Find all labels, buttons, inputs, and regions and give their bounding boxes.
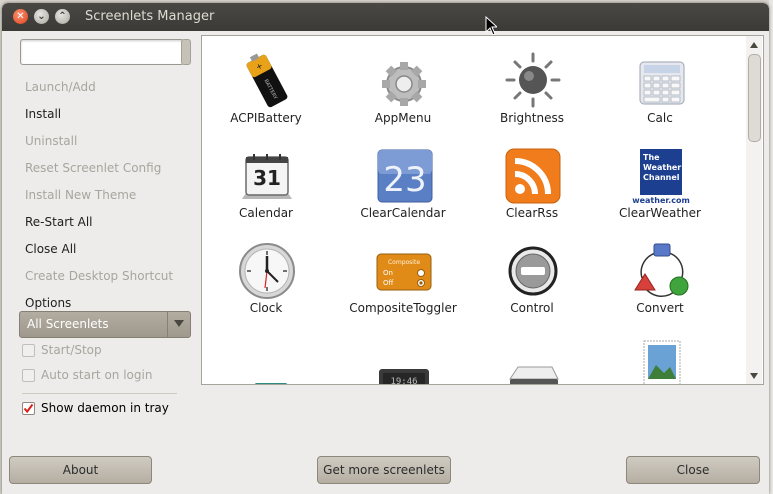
screenlet-label: Brightness	[500, 111, 564, 125]
composite-toggler-icon: Composite On Off	[376, 253, 432, 291]
digital-clock-icon: 19:46	[379, 369, 429, 385]
composite-title: Composite	[388, 259, 420, 266]
show-daemon-checkbox[interactable]	[22, 402, 35, 415]
vertical-scrollbar[interactable]	[746, 36, 762, 384]
calendar-day-text: 31	[253, 166, 281, 190]
screenlet-label: CompositeToggler	[349, 301, 457, 315]
filter-selected-label: All Screenlets	[27, 317, 109, 331]
screenlet-clearcalendar[interactable]: 23 ClearCalendar	[339, 141, 467, 231]
scroll-up-icon[interactable]	[750, 42, 758, 48]
screenlet-label: ACPIBattery	[230, 111, 302, 125]
start-stop-checkbox[interactable]	[22, 344, 35, 357]
screenlet-convert[interactable]: Convert	[596, 236, 724, 326]
screenlet-label: Calendar	[239, 206, 293, 220]
weather-channel-icon: The Weather Channel weather.com	[632, 149, 690, 205]
screenlet-partial-1[interactable]	[202, 331, 330, 384]
screenlet-calc[interactable]: Calc	[596, 46, 724, 136]
clock-icon	[239, 243, 295, 299]
search-input[interactable]	[20, 39, 184, 65]
menu-item-reset-screenlet-config: Reset Screenlet Config	[25, 161, 162, 175]
partial-teal-icon	[254, 383, 288, 384]
drive-icon	[509, 366, 559, 384]
search-grip[interactable]	[181, 39, 191, 65]
screenlets-filter-select[interactable]: All Screenlets	[19, 311, 191, 338]
start-stop-label: Start/Stop	[41, 343, 102, 357]
screenlet-clearrss[interactable]: ClearRss	[468, 141, 596, 231]
screenlet-clearweather[interactable]: The Weather Channel weather.com ClearWea…	[596, 141, 724, 231]
menu-item-close-all[interactable]: Close All	[25, 242, 76, 256]
scrollbar-thumb[interactable]	[748, 54, 761, 142]
convert-icon	[634, 243, 689, 297]
menu-item-re-start-all[interactable]: Re-Start All	[25, 215, 93, 229]
composite-off: Off	[383, 279, 394, 287]
get-more-screenlets-button[interactable]: Get more screenlets	[317, 456, 451, 484]
chevron-down-icon	[174, 320, 184, 327]
menu-item-install-new-theme: Install New Theme	[25, 188, 137, 202]
clear-calendar-day-text: 23	[383, 160, 426, 200]
weather-brand-url: weather.com	[632, 196, 690, 205]
window-maximize-icon[interactable]: ⌃	[55, 9, 70, 24]
window-minimize-icon[interactable]: ⌄	[34, 9, 49, 24]
weather-brand-line-2: Weather	[643, 163, 681, 172]
calendar-icon: 31	[242, 154, 292, 199]
calculator-icon	[639, 61, 685, 105]
screenlet-label: Convert	[636, 301, 684, 315]
rss-icon	[505, 148, 561, 204]
menu-item-uninstall: Uninstall	[25, 134, 78, 148]
screenlet-appmenu[interactable]: AppMenu	[339, 46, 467, 136]
clear-calendar-icon: 23	[377, 149, 433, 203]
autostart-checkbox[interactable]	[22, 369, 35, 382]
menu-item-options[interactable]: Options	[25, 296, 71, 310]
screenlets-manager-window: ✕ ⌄ ⌃ Screenlets Manager Launch/Add Insta…	[2, 3, 769, 494]
screenlet-partial-3[interactable]	[468, 331, 596, 384]
screenlet-brightness[interactable]: Brightness	[468, 46, 596, 136]
screenlet-label: ClearCalendar	[360, 206, 446, 220]
divider	[22, 393, 177, 394]
autostart-label: Auto start on login	[41, 368, 153, 382]
menu-item-launch-add: Launch/Add	[25, 80, 96, 94]
gear-icon	[382, 62, 426, 106]
window-close-icon[interactable]: ✕	[13, 9, 28, 24]
screenlet-label: AppMenu	[374, 111, 432, 125]
screenlet-label: ClearRss	[505, 206, 559, 220]
titlebar[interactable]: ✕ ⌄ ⌃ Screenlets Manager	[2, 3, 769, 31]
window-title: Screenlets Manager	[85, 9, 215, 24]
screenlets-grid[interactable]: + BATTERY ACPIBattery AppMenu Brightness…	[201, 35, 764, 385]
picture-stamp-icon	[643, 340, 681, 384]
screenlet-label: ClearWeather	[619, 206, 701, 220]
screenlet-label: Control	[510, 301, 554, 315]
screenlet-control[interactable]: Control	[468, 236, 596, 326]
screenlet-acpibattery[interactable]: + BATTERY ACPIBattery	[202, 46, 330, 136]
screenlet-clock[interactable]: Clock	[202, 236, 330, 326]
screenlet-compositetoggler[interactable]: Composite On Off CompositeToggler	[339, 236, 467, 326]
scroll-down-icon[interactable]	[750, 373, 758, 379]
weather-brand-line-1: The	[643, 153, 660, 162]
screenlet-calendar[interactable]: 31 Calendar	[202, 141, 330, 231]
control-icon	[508, 246, 558, 296]
screenlet-partial-4[interactable]	[596, 331, 724, 384]
battery-icon: + BATTERY	[246, 53, 288, 108]
screenlet-label: Calc	[647, 111, 673, 125]
about-button[interactable]: About	[9, 456, 152, 484]
screenlet-label: Clock	[249, 301, 283, 315]
checkmark-icon	[23, 403, 34, 414]
weather-brand-line-3: Channel	[643, 173, 680, 182]
svg-text:19:46: 19:46	[390, 377, 417, 385]
screenlet-partial-2[interactable]: 19:46	[339, 331, 467, 385]
filter-dropdown-button[interactable]	[167, 312, 190, 337]
composite-on: On	[383, 269, 393, 277]
menu-item-install[interactable]: Install	[25, 107, 61, 121]
sun-icon	[505, 52, 561, 108]
close-button[interactable]: Close	[626, 456, 760, 484]
show-daemon-label: Show daemon in tray	[41, 401, 169, 415]
menu-item-create-desktop-shortcut: Create Desktop Shortcut	[25, 269, 174, 283]
mouse-cursor-icon	[485, 16, 497, 36]
